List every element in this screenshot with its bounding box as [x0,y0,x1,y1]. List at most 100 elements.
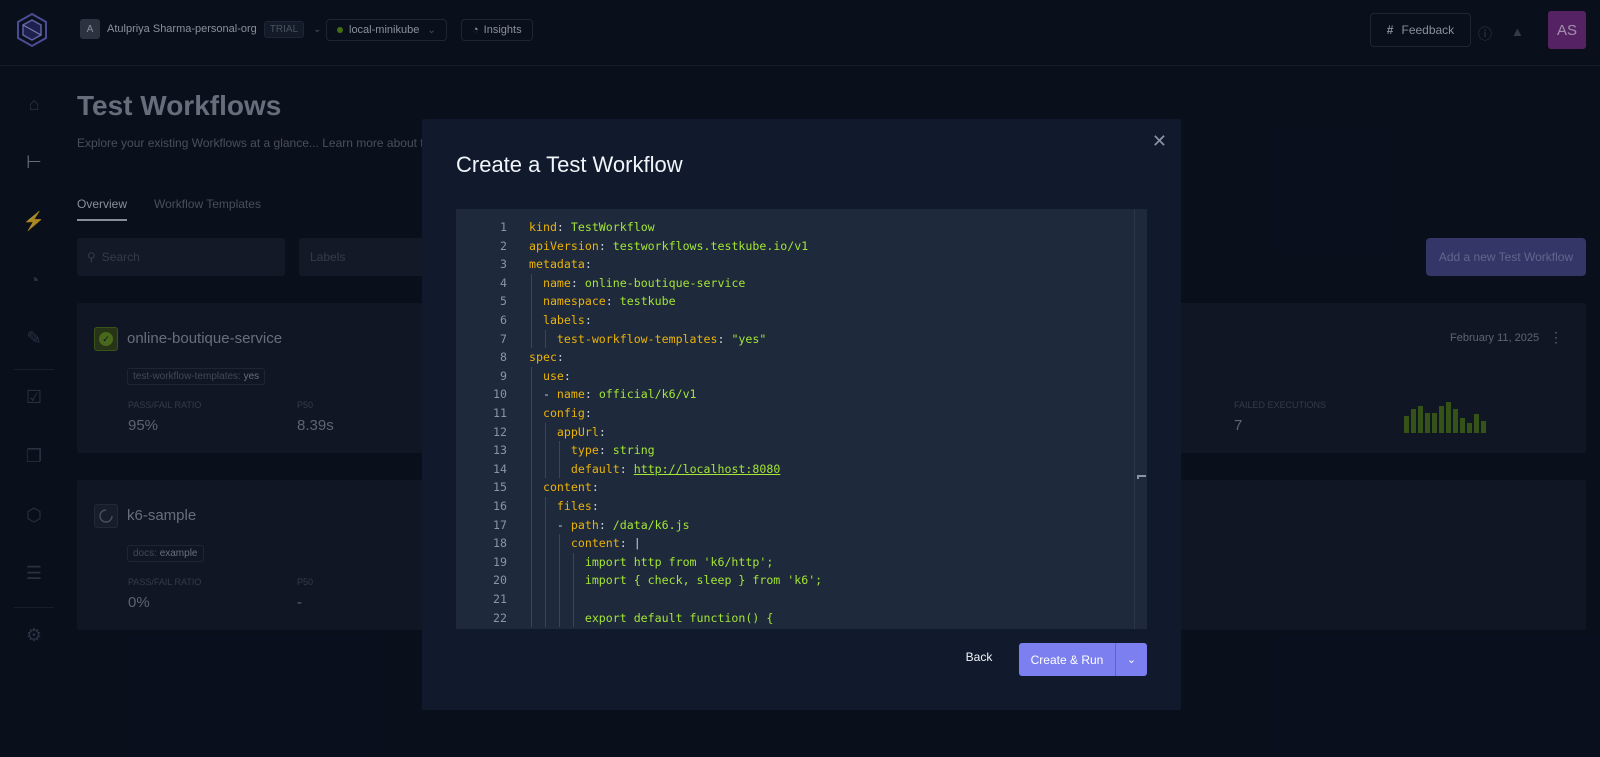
editor-scrollbar[interactable] [1134,209,1147,629]
line-number: 21 [493,592,507,606]
code-token: : [598,424,606,439]
indent-guide [544,571,546,590]
code-token: import { check, sleep } from 'k6'; [584,573,823,588]
code-text: test-workflow-templates: "yes" [529,330,766,349]
code-text: namespace: testkube [529,292,676,311]
indent-guide [531,292,532,311]
code-text: spec: [529,348,564,367]
scroll-marker [1137,475,1146,479]
code-token: : [563,368,571,383]
code-line: 16 files: [456,497,1133,516]
code-token: official/k6/v1 [598,387,697,402]
code-line: 18 content: | [456,534,1133,553]
code-token: export default function() { [584,610,774,625]
code-text: name: online-boutique-service [529,274,745,293]
line-number: 13 [493,443,507,458]
code-token: : [598,238,613,253]
code-text: export default function() { [529,609,773,628]
indent-guide [572,590,574,609]
indent-guide [531,571,532,590]
code-token: default [570,461,620,476]
code-token: /data/k6.js [612,517,690,532]
indent-guide [531,366,532,386]
code-token: string [612,443,655,458]
code-text: kind: TestWorkflow [529,218,655,237]
code-text: appUrl: [529,423,606,442]
indent-guide [531,459,532,479]
indent-guide [558,571,560,590]
yaml-editor[interactable]: 1 kind: TestWorkflow 2 apiVersion: testwork… [456,209,1147,629]
code-token: online-boutique-service [584,275,746,290]
line-number: 1 [500,220,507,234]
line-number: 3 [500,257,507,272]
indent-guide [544,534,546,553]
indent-guide [544,515,546,535]
line-number: 9 [500,368,507,383]
code-line: 17 - path: /data/k6.js [456,516,1133,535]
code-token: : [584,257,592,272]
code-line: 14 default: http://localhost:8080 [456,460,1133,479]
code-token: : [584,313,592,327]
code-token: - [529,387,557,402]
code-token: config [542,406,585,420]
code-token: test-workflow-templates [556,331,718,346]
code-text: metadata: [529,255,592,274]
indent-guide [544,422,546,442]
code-text: type: string [529,441,655,460]
line-number: 8 [500,350,507,365]
code-token: spec [529,350,557,365]
indent-guide [531,385,532,404]
indent-guide [572,552,574,572]
code-token: : [591,499,599,513]
create-run-button[interactable]: Create & Run [1019,643,1115,676]
code-line: 10 - name: official/k6/v1 [456,385,1133,404]
code-line: 1 kind: TestWorkflow [456,218,1133,237]
code-line: 13 type: string [456,441,1133,460]
indent-guide [544,497,546,516]
code-token: labels [542,313,585,327]
code-token: : [619,461,634,476]
line-number: 2 [500,238,507,253]
code-line: 8 spec: [456,348,1133,367]
code-text: default: http://localhost:8080 [529,460,780,479]
code-token: name [556,387,585,402]
indent-guide [558,534,560,553]
back-button[interactable]: Back [955,640,1003,674]
code-text: labels: [529,311,592,330]
indent-guide [531,404,532,423]
line-number: 18 [493,536,507,551]
indent-guide [572,608,574,628]
indent-guide [544,441,546,460]
code-token: : [556,220,571,234]
line-number: 12 [493,424,507,439]
code-line: 20 import { check, sleep } from 'k6'; [456,571,1133,590]
indent-guide [544,552,546,572]
code-text: use: [529,367,571,386]
code-token: apiVersion [529,238,599,253]
code-token: path [570,517,599,532]
code-token: use [542,368,564,383]
close-icon[interactable]: ✕ [1152,131,1167,152]
code-text: content: [529,478,599,497]
create-run-button-group: Create & Run ⌄ [1019,643,1147,676]
line-number: 17 [493,517,507,532]
code-token: import http from 'k6/http'; [584,554,774,569]
indent-guide [531,441,532,460]
line-number: 4 [500,275,507,290]
code-token: TestWorkflow [570,220,655,234]
chevron-down-icon[interactable]: ⌄ [1115,643,1147,676]
line-number: 16 [493,499,507,513]
code-token: : [556,350,564,365]
indent-guide [544,459,546,479]
indent-guide [544,329,546,349]
code-token: metadata [529,257,585,272]
code-token: files [556,499,592,513]
